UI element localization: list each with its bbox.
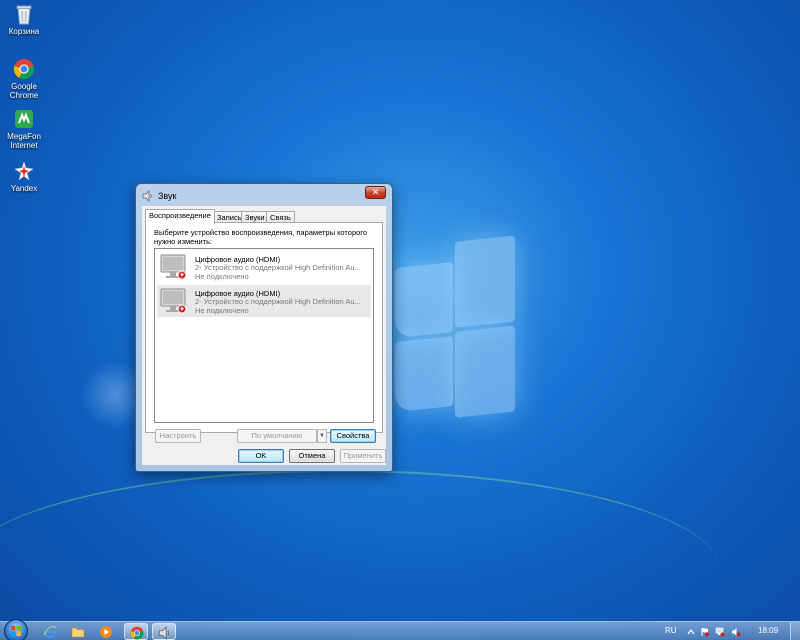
configure-button[interactable]: Настроить: [155, 429, 201, 443]
cancel-button[interactable]: Отмена: [289, 449, 335, 463]
list-item[interactable]: Цифровое аудио (HDMI) 2- Устройство с по…: [157, 251, 371, 283]
explorer-folder-icon: [71, 627, 85, 638]
taskbar-chrome[interactable]: [124, 623, 148, 640]
internet-explorer-icon: [43, 626, 57, 638]
media-player-icon: [100, 626, 112, 638]
close-button[interactable]: ✕: [365, 186, 386, 199]
volume-muted-icon[interactable]: [731, 627, 741, 637]
device-status: Не подключено: [195, 272, 249, 281]
chevron-down-icon: ▼: [319, 433, 325, 439]
desktop-icon-yandex[interactable]: Yandex: [0, 160, 48, 193]
taskbar-media-player[interactable]: [94, 623, 118, 640]
instruction-text: Выберите устройство воспроизведения, пар…: [154, 228, 368, 246]
desktop-icon-label: Корзина: [8, 27, 40, 36]
desktop-icon-google-chrome[interactable]: Google Chrome: [0, 58, 48, 100]
set-default-button[interactable]: По умолчанию: [237, 429, 317, 443]
windows-logo-icon: [11, 626, 21, 636]
megafon-icon: [15, 110, 33, 128]
chrome-icon: [130, 626, 144, 640]
hdmi-display-icon: [160, 288, 187, 314]
apply-button[interactable]: Применить: [340, 449, 386, 463]
action-center-flag-icon[interactable]: [700, 627, 710, 637]
taskbar-explorer[interactable]: [66, 623, 90, 640]
properties-button[interactable]: Свойства: [330, 429, 376, 443]
desktop-icon-recycle-bin[interactable]: Корзина: [0, 3, 48, 36]
network-icon[interactable]: [715, 627, 725, 637]
device-status: Не подключено: [195, 306, 249, 315]
speaker-icon: [142, 190, 152, 202]
tab-playback[interactable]: Воспроизведение: [145, 209, 215, 224]
taskbar-internet-explorer[interactable]: [38, 623, 62, 640]
set-default-dropdown[interactable]: ▼: [317, 429, 327, 443]
device-description: 2- Устройство с поддержкой High Definiti…: [195, 297, 361, 306]
desktop-icon-label: MegaFon Internet: [7, 132, 41, 150]
system-clock[interactable]: 18:09: [758, 626, 778, 635]
sound-dialog: Звук ✕ Воспроизведение Запись Звуки Связ…: [135, 183, 393, 472]
show-desktop-button[interactable]: [790, 622, 800, 640]
wallpaper-swoosh: [0, 470, 720, 640]
taskbar: RU 18:09: [0, 619, 800, 640]
sound-icon: [158, 626, 170, 640]
close-icon: ✕: [371, 187, 380, 197]
language-indicator[interactable]: RU: [665, 626, 677, 635]
desktop-icon-label: Google Chrome: [9, 82, 39, 100]
playback-panel: Выберите устройство воспроизведения, пар…: [145, 222, 383, 443]
list-item[interactable]: Цифровое аудио (HDMI) 2- Устройство с по…: [157, 285, 371, 317]
show-hidden-icons-icon[interactable]: [686, 627, 696, 637]
recycle-bin-icon: [16, 5, 32, 25]
start-button[interactable]: [4, 619, 28, 640]
hdmi-display-icon: [160, 254, 187, 280]
desktop-icon-megafon-internet[interactable]: MegaFon Internet: [0, 108, 48, 150]
playback-device-list[interactable]: Цифровое аудио (HDMI) 2- Устройство с по…: [154, 248, 374, 423]
ok-button[interactable]: OK: [238, 449, 284, 463]
dialog-titlebar[interactable]: Звук ✕: [136, 184, 392, 208]
chrome-icon: [13, 59, 35, 80]
taskbar-sound[interactable]: [152, 623, 176, 640]
device-description: 2- Устройство с поддержкой High Definiti…: [195, 263, 361, 272]
dialog-title: Звук: [158, 191, 177, 201]
yandex-icon: [14, 161, 34, 181]
dialog-body: Воспроизведение Запись Звуки Связь Выбер…: [142, 206, 386, 465]
desktop-icon-label: Yandex: [10, 184, 38, 193]
